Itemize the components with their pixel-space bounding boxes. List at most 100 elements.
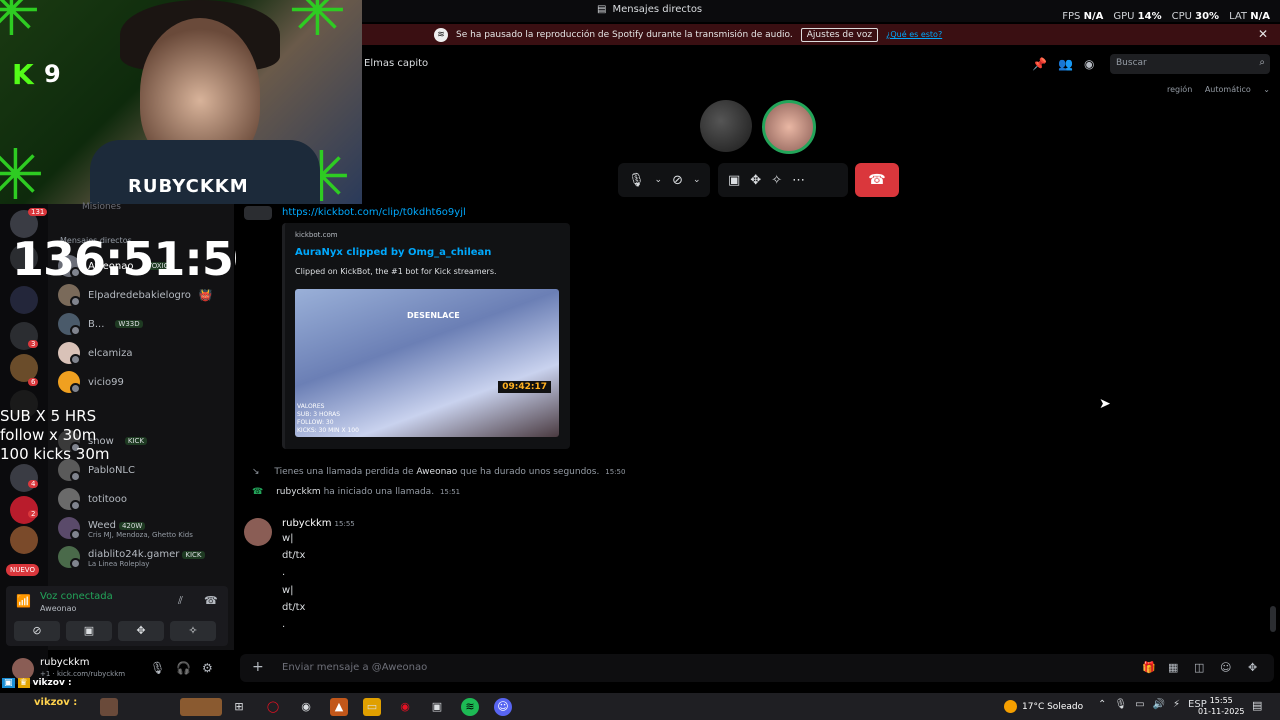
soundboard-icon[interactable]: ✧	[771, 173, 782, 188]
dm-item-b[interactable]: B... W33D	[58, 312, 230, 336]
profile-icon[interactable]: ◉	[1084, 57, 1094, 71]
avatar[interactable]	[12, 658, 34, 680]
dm-item-diablito24k[interactable]: diablito24k.gamer KICK La Linea Roleplay	[58, 545, 230, 569]
chevron-down-icon[interactable]: ⌄	[655, 175, 663, 185]
what-is-this-link[interactable]: ¿Qué es esto?	[886, 30, 942, 39]
avatar	[58, 371, 81, 394]
chevron-down-icon[interactable]: ⌄	[693, 175, 701, 185]
camera-off-icon[interactable]: ⊘	[672, 173, 683, 188]
link-embed: kickbot.com AuraNyx clipped by Omg_a_chi…	[282, 223, 570, 449]
task-view-icon[interactable]: ⊞	[230, 698, 248, 716]
add-attachment-icon[interactable]: +	[252, 659, 264, 675]
activities-icon[interactable]: ✥	[118, 621, 164, 641]
camera-icon[interactable]: ▭	[1135, 699, 1144, 710]
disconnect-icon[interactable]: ☎	[204, 594, 218, 607]
end-call-button[interactable]: ☎	[855, 163, 899, 197]
store-icon[interactable]: ▣	[428, 698, 446, 716]
obs-icon[interactable]: ◉	[297, 698, 315, 716]
soundboard-icon[interactable]: ✧	[170, 621, 216, 641]
inbox-icon: ▤	[597, 4, 607, 15]
call-panel: Elmas capito 📌 👥 ◉ Buscar ⌕ región Autom…	[362, 48, 1280, 208]
avatar	[58, 313, 81, 336]
search-icon: ⌕	[1259, 57, 1265, 68]
network-icon[interactable]: ⚡	[1173, 699, 1180, 710]
chevron-up-icon[interactable]: ⌃	[1098, 699, 1106, 710]
app-icon[interactable]: ▲	[330, 698, 348, 716]
close-icon[interactable]: ✕	[1258, 27, 1268, 41]
opera-icon[interactable]: ◯	[264, 698, 282, 716]
more-options-icon[interactable]: ⋯	[792, 173, 805, 188]
voice-channel[interactable]: Aweonao	[40, 604, 76, 613]
clip-link[interactable]: https://kickbot.com/clip/t0kdht6o9yjl	[282, 207, 466, 218]
embed-thumbnail[interactable]: DESENLACE 09:42:17 VALORES SUB: 3 HORAS …	[295, 289, 559, 437]
discord-icon[interactable]: ☺	[494, 698, 512, 716]
voice-status[interactable]: Voz conectada	[40, 591, 113, 602]
pin-icon[interactable]: 📌	[1032, 57, 1047, 71]
microphone-icon[interactable]: 🎙	[628, 173, 645, 188]
add-friends-icon[interactable]: 👥	[1058, 57, 1073, 71]
message-author[interactable]: rubyckkm 15:55	[282, 518, 355, 529]
user-status: +1 · kick.com/rubyckkm	[40, 670, 126, 678]
dm-item-vicio99[interactable]: vicio99	[58, 370, 230, 394]
chevron-down-icon: ⌄	[1263, 85, 1270, 94]
banner-text: Se ha pausado la reproducción de Spotify…	[456, 29, 793, 40]
dm-item-elpadredebakielogro[interactable]: Elpadredebakielogro 👹	[58, 283, 230, 307]
speaking-participant-avatar[interactable]	[762, 100, 816, 154]
emoji-icon[interactable]: ☺	[1220, 661, 1231, 674]
notification-badge: 6	[28, 378, 39, 386]
notifications-icon[interactable]: ▤	[1252, 699, 1262, 712]
region-selector[interactable]: región Automático ⌄	[1157, 85, 1270, 94]
taskbar-app-icon[interactable]	[180, 698, 222, 716]
scrollbar[interactable]	[1270, 606, 1276, 632]
gift-icon[interactable]: 🎁	[1142, 661, 1156, 674]
message-line: dt/tx	[282, 550, 306, 561]
spotify-icon: ≋	[434, 27, 448, 42]
spotify-icon[interactable]: ≋	[461, 698, 479, 716]
activities-icon[interactable]: ✥	[750, 173, 761, 188]
screen-share-icon[interactable]: ▣	[728, 173, 740, 188]
missed-call-icon: ↘	[252, 467, 260, 477]
volume-icon[interactable]: 🔊	[1153, 699, 1165, 710]
voice-settings-button[interactable]: Ajustes de voz	[800, 27, 879, 42]
sticker-icon[interactable]: ◫	[1194, 661, 1204, 674]
windows-taskbar: vikzov : ⊞ ◯ ◉ ▲ ▭ ◉ ▣ ≋ ☺ 17°C Soleado …	[0, 693, 1280, 720]
headphones-icon[interactable]: 🎧	[176, 661, 191, 675]
gear-icon[interactable]: ⚙	[202, 661, 213, 675]
message-line: w|	[282, 533, 294, 544]
gif-icon[interactable]: ▦	[1168, 661, 1178, 674]
missions-item[interactable]: Misiones	[82, 202, 121, 212]
signal-icon: 📶	[16, 594, 31, 608]
phone-icon: ☎	[252, 487, 264, 497]
avatar[interactable]	[244, 518, 272, 546]
server-icon[interactable]	[10, 286, 38, 314]
file-explorer-icon[interactable]: ▭	[363, 698, 381, 716]
dm-item-elcamiza[interactable]: elcamiza	[58, 341, 230, 365]
system-tray: ⌃ 🎙 ▭ 🔊 ⚡ ESP	[1098, 699, 1207, 710]
microphone-icon[interactable]: 🎙	[150, 661, 165, 675]
avatar	[58, 517, 81, 540]
message-input[interactable]: Enviar mensaje a @Aweonao	[282, 662, 427, 673]
embed-provider: kickbot.com	[295, 231, 338, 239]
embed-title[interactable]: AuraNyx clipped by Omg_a_chilean	[295, 247, 491, 258]
dm-item-weed[interactable]: Weed 420W Cris MJ, Mendoza, Ghetto Kids	[58, 516, 230, 540]
call-actions: ▣ ✥ ✧ ⋯	[718, 163, 848, 197]
search-input[interactable]: Buscar ⌕	[1110, 54, 1270, 74]
avatar	[244, 206, 272, 220]
taskbar-app-icon[interactable]	[100, 698, 118, 716]
server-icon[interactable]	[10, 526, 38, 554]
user-panel: rubyckkm +1 · kick.com/rubyckkm 🎙 🎧 ⚙	[6, 652, 228, 680]
screen-share-icon[interactable]: ▣	[66, 621, 112, 641]
apps-icon[interactable]: ✥	[1248, 661, 1257, 674]
dm-item-totitooo[interactable]: totitooo	[58, 487, 230, 511]
noise-suppression-icon[interactable]: ⫽	[178, 594, 183, 608]
camera-off-icon[interactable]: ⊘	[14, 621, 60, 641]
message-composer[interactable]: + Enviar mensaje a @Aweonao 🎁 ▦ ◫ ☺ ✥	[240, 654, 1274, 682]
microphone-icon[interactable]: 🎙	[1114, 699, 1127, 710]
message-line: .	[282, 619, 286, 630]
participant-avatar[interactable]	[700, 100, 752, 152]
app-icon[interactable]: ◉	[396, 698, 414, 716]
clock[interactable]: 15:55 01-11-2025	[1198, 695, 1245, 717]
streamer-watermark: RUBYCKKM	[128, 176, 249, 197]
weather-widget[interactable]: 17°C Soleado	[1004, 700, 1083, 713]
embed-description: Clipped on KickBot, the #1 bot for Kick …	[295, 267, 497, 276]
